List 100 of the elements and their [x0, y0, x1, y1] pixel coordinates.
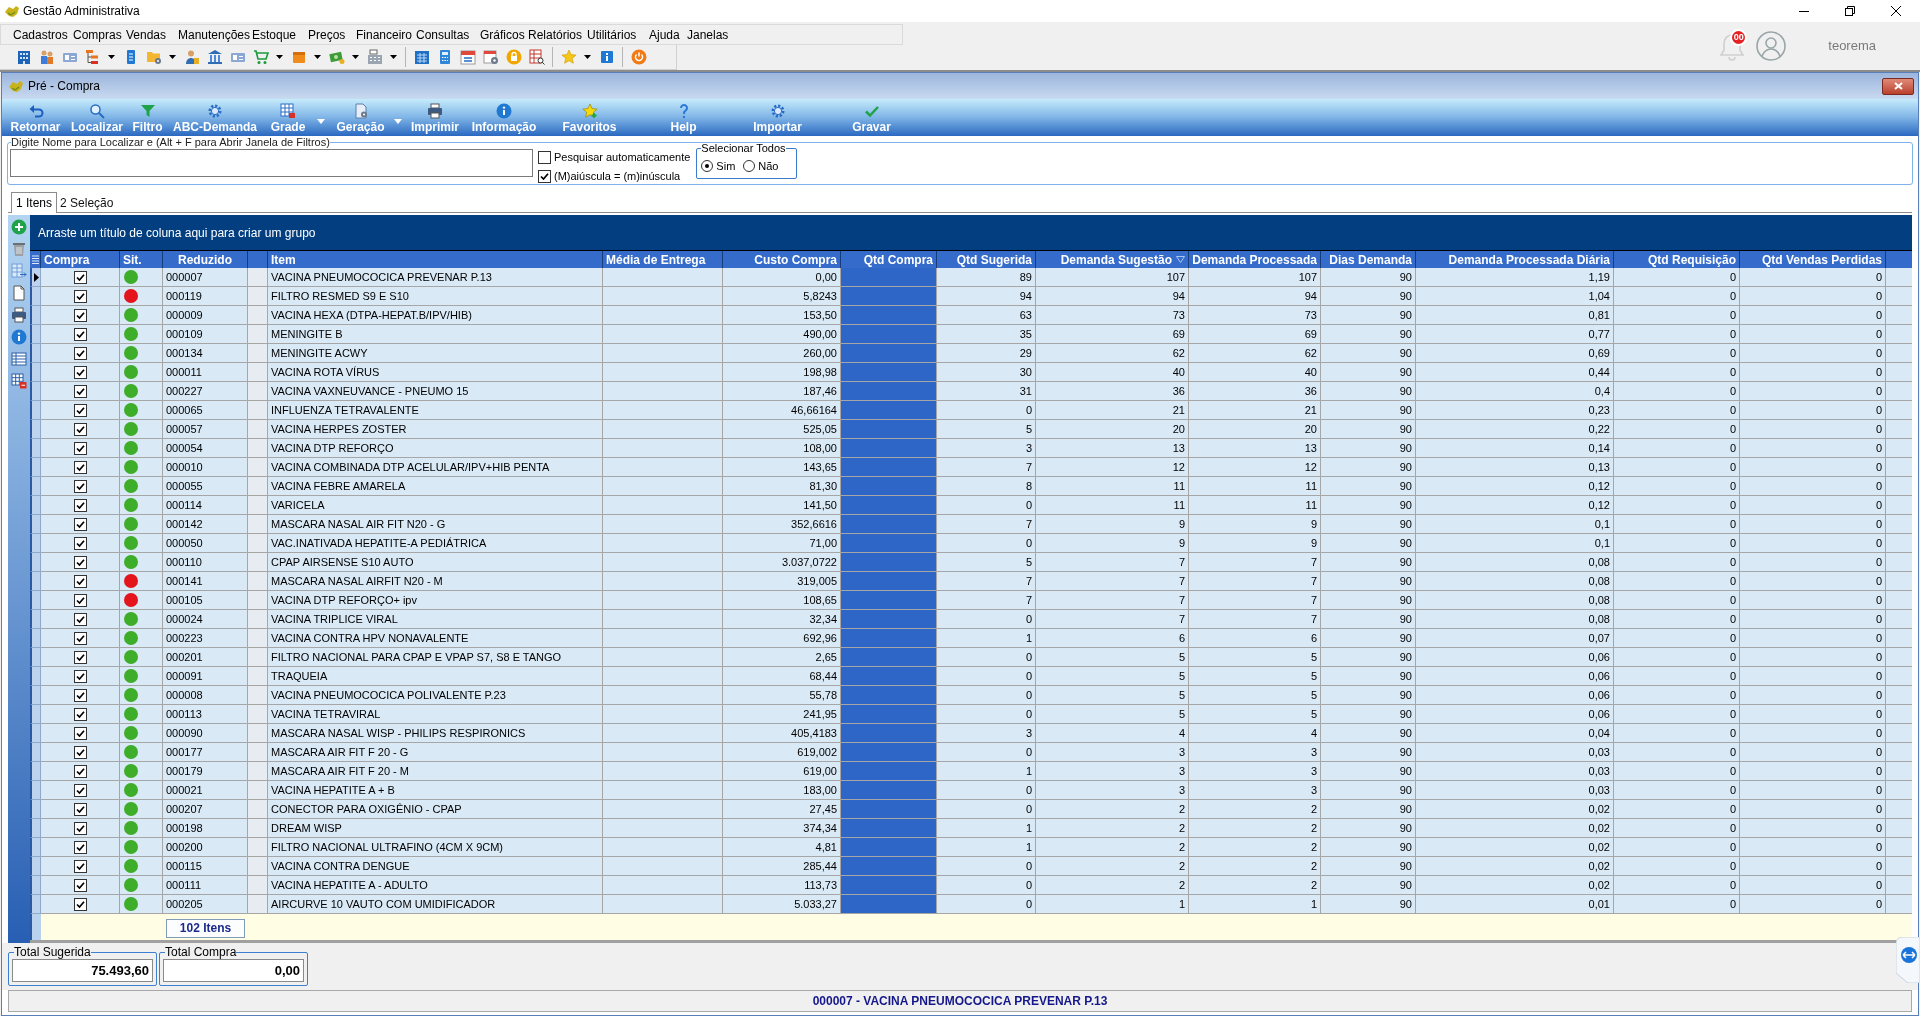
- column-chooser-icon[interactable]: [31, 255, 39, 264]
- caret-icon[interactable]: [108, 55, 115, 59]
- menu-item[interactable]: Estoque: [252, 25, 308, 44]
- close-icon[interactable]: [1891, 6, 1901, 16]
- checkbox[interactable]: [73, 688, 87, 702]
- printer-icon[interactable]: [11, 307, 27, 323]
- checkbox[interactable]: [73, 384, 87, 398]
- input-field[interactable]: [841, 439, 937, 458]
- caret-icon[interactable]: [169, 55, 176, 59]
- checkbox[interactable]: [73, 878, 87, 892]
- toolbar-button[interactable]: Importar: [748, 99, 807, 136]
- checkbox[interactable]: [73, 498, 87, 512]
- toolbar-button[interactable]: Informação: [468, 99, 540, 136]
- checkbox[interactable]: [73, 840, 87, 854]
- menu-item[interactable]: Utilitários: [587, 25, 649, 44]
- search-field[interactable]: [10, 149, 533, 177]
- checkbox[interactable]: [73, 764, 87, 778]
- input-field[interactable]: [841, 287, 937, 306]
- input-field[interactable]: [841, 534, 937, 553]
- checkbox[interactable]: [73, 517, 87, 531]
- input-field[interactable]: [841, 458, 937, 477]
- checkbox[interactable]: [73, 783, 87, 797]
- calendar-icon[interactable]: [413, 49, 430, 65]
- checkbox-label[interactable]: (M)aiúscula = (m)inúscula: [554, 168, 681, 185]
- input-field[interactable]: [841, 344, 937, 363]
- checkbox[interactable]: [73, 612, 87, 626]
- input-field[interactable]: [841, 724, 937, 743]
- tab[interactable]: 2 Seleção: [57, 193, 117, 212]
- row-header[interactable]: [30, 268, 41, 287]
- toolbar-button[interactable]: Favoritos: [559, 99, 620, 136]
- toolbar-button[interactable]: Gravar: [847, 99, 896, 136]
- building-icon[interactable]: [15, 49, 32, 65]
- checkbox[interactable]: [73, 308, 87, 322]
- checkbox[interactable]: [73, 289, 87, 303]
- double-arrow-icon[interactable]: [1896, 937, 1920, 983]
- radio-button[interactable]: [743, 160, 756, 172]
- input-field[interactable]: [841, 648, 937, 667]
- checkbox[interactable]: [73, 650, 87, 664]
- checkbox[interactable]: [73, 726, 87, 740]
- menu-item[interactable]: Relatórios: [528, 25, 587, 44]
- caret-icon[interactable]: [314, 55, 321, 59]
- input-field[interactable]: [841, 705, 937, 724]
- info-icon[interactable]: [11, 329, 27, 345]
- checkbox-label[interactable]: Pesquisar automaticamente: [554, 149, 691, 166]
- menu-item[interactable]: Compras: [73, 25, 126, 44]
- table-search-icon[interactable]: [528, 49, 545, 65]
- checkbox[interactable]: [73, 422, 87, 436]
- table-icon[interactable]: [11, 351, 27, 367]
- bank-icon[interactable]: [206, 49, 223, 65]
- checkbox[interactable]: [73, 707, 87, 721]
- input-field[interactable]: [841, 610, 937, 629]
- checkbox[interactable]: [73, 441, 87, 455]
- checkbox[interactable]: [73, 346, 87, 360]
- checkbox[interactable]: [73, 555, 87, 569]
- input-field[interactable]: [841, 800, 937, 819]
- checkbox[interactable]: [73, 669, 87, 683]
- cart-icon[interactable]: [252, 49, 269, 65]
- info-icon[interactable]: [598, 49, 615, 65]
- input-field[interactable]: [841, 857, 937, 876]
- input-field[interactable]: [841, 781, 937, 800]
- close-button[interactable]: [1882, 77, 1914, 95]
- caret-icon[interactable]: [390, 55, 397, 59]
- input-field[interactable]: [841, 363, 937, 382]
- table-arrow-icon[interactable]: [11, 263, 27, 279]
- input-field[interactable]: [841, 306, 937, 325]
- input-field[interactable]: [841, 667, 937, 686]
- checkbox[interactable]: [73, 802, 87, 816]
- input-field[interactable]: [841, 515, 937, 534]
- input-field[interactable]: [841, 401, 937, 420]
- caret-icon[interactable]: [276, 55, 283, 59]
- input-field[interactable]: [841, 762, 937, 781]
- box-icon[interactable]: [290, 49, 307, 65]
- radio-button[interactable]: [701, 160, 714, 172]
- calendar-icon[interactable]: [459, 49, 476, 65]
- checkbox[interactable]: [73, 859, 87, 873]
- person-icon[interactable]: [183, 49, 200, 65]
- checkbox[interactable]: [538, 151, 551, 164]
- checkbox[interactable]: [73, 460, 87, 474]
- column-header[interactable]: Média de Entrega: [603, 251, 723, 268]
- toolbar-button[interactable]: Imprimir: [406, 99, 464, 136]
- input-field[interactable]: [841, 743, 937, 762]
- input-field[interactable]: [841, 496, 937, 515]
- checkbox[interactable]: [73, 574, 87, 588]
- menu-item[interactable]: Gráficos: [480, 25, 528, 44]
- toolbar-button[interactable]: Filtro: [130, 99, 165, 136]
- checkbox[interactable]: [538, 170, 551, 183]
- input-field[interactable]: [841, 572, 937, 591]
- cash-register-icon[interactable]: [366, 49, 383, 65]
- input-field[interactable]: [841, 268, 937, 287]
- input-field[interactable]: [841, 838, 937, 857]
- caret-icon[interactable]: [584, 55, 591, 59]
- column-header[interactable]: Sit.: [120, 251, 163, 268]
- document-icon[interactable]: [11, 285, 27, 301]
- checkbox[interactable]: [73, 536, 87, 550]
- checkbox[interactable]: [73, 270, 87, 284]
- menu-item[interactable]: Ajuda: [649, 25, 687, 44]
- trash-icon[interactable]: [11, 241, 27, 257]
- input-field[interactable]: [841, 629, 937, 648]
- checkbox[interactable]: [73, 593, 87, 607]
- toolbar-button[interactable]: Grade: [265, 99, 311, 136]
